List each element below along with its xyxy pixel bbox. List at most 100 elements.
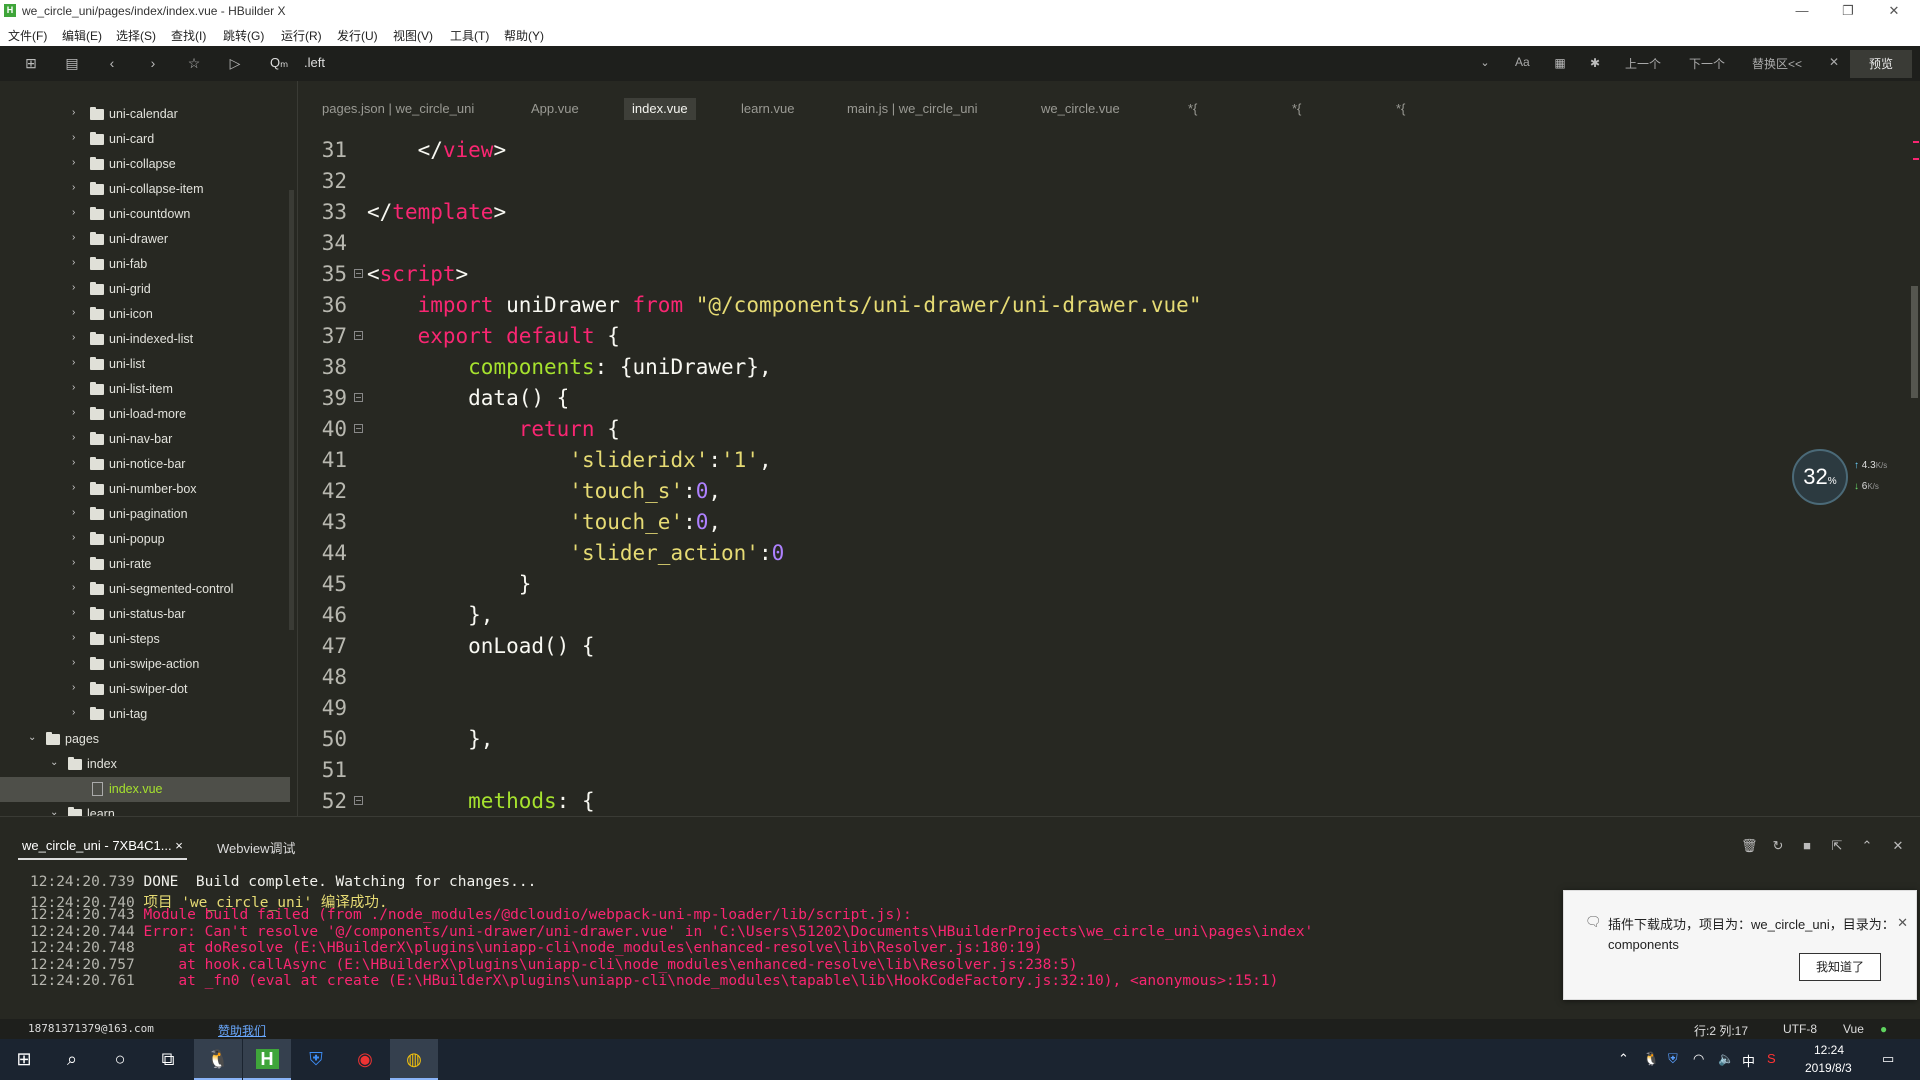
shield-browser-icon[interactable]: ⛨	[292, 1039, 340, 1080]
sponsor-link[interactable]: 赞助我们	[218, 1022, 266, 1039]
folder-tree-item[interactable]: › uni-icon	[0, 302, 290, 327]
menu-file[interactable]: 文件(F)	[8, 27, 47, 44]
code-line[interactable]: 40 return {	[299, 413, 1899, 444]
chevron-up-icon[interactable]: ⌃	[1860, 839, 1874, 853]
code-line[interactable]: 51	[299, 754, 1899, 785]
folder-tree-item[interactable]: › uni-swipe-action	[0, 652, 290, 677]
action-center-icon[interactable]: ▭	[1882, 1051, 1894, 1067]
chevron-right-icon[interactable]: ›	[72, 382, 75, 393]
network-speed-widget[interactable]: 32% ↑ 4.3K/s ↓ 6K/s	[1792, 449, 1904, 505]
console-tab-project[interactable]: we_circle_uni - 7XB4C1... ×	[18, 838, 187, 860]
chevron-right-icon[interactable]: ›	[72, 407, 75, 418]
close-window-button[interactable]: ✕	[1874, 2, 1914, 20]
chevron-up-icon[interactable]: ⌃	[1618, 1051, 1629, 1067]
folder-tree-item[interactable]: › uni-pagination	[0, 502, 290, 527]
chevron-right-icon[interactable]: ›	[72, 232, 75, 243]
menu-publish[interactable]: 发行(U)	[337, 27, 378, 44]
close-find-button[interactable]: ✕	[1829, 55, 1839, 69]
folder-tree-item[interactable]: › uni-segmented-control	[0, 577, 290, 602]
folder-tree-item[interactable]: › uni-indexed-list	[0, 327, 290, 352]
chevron-right-icon[interactable]: ›	[72, 282, 75, 293]
code-line[interactable]: 38 components: {uniDrawer},	[299, 351, 1899, 382]
menu-tools[interactable]: 工具(T)	[450, 27, 489, 44]
code-line[interactable]: 48	[299, 661, 1899, 692]
cortana-icon[interactable]: ○	[96, 1039, 144, 1080]
code-line[interactable]: 46 },	[299, 599, 1899, 630]
netease-music-icon[interactable]: ◉	[341, 1039, 389, 1080]
editor-tab[interactable]: *{	[1180, 98, 1205, 120]
chevron-right-icon[interactable]: ›	[72, 707, 75, 718]
code-line[interactable]: 37 export default {	[299, 320, 1899, 351]
regex-icon[interactable]: ✱	[1586, 54, 1604, 72]
back-icon[interactable]: ‹	[103, 54, 121, 72]
menu-select[interactable]: 选择(S)	[116, 27, 156, 44]
close-notification-button[interactable]: ✕	[1897, 915, 1908, 931]
code-line[interactable]: 50 },	[299, 723, 1899, 754]
editor-tab[interactable]: *{	[1388, 98, 1413, 120]
notification-bell-icon[interactable]: ●	[1880, 1022, 1887, 1036]
chevron-right-icon[interactable]: ›	[72, 157, 75, 168]
chevron-right-icon[interactable]: ›	[72, 632, 75, 643]
console-tab-webview[interactable]: Webview调试	[213, 838, 300, 860]
folder-tree-item[interactable]: ⌄ pages	[0, 727, 290, 752]
folder-tree-item[interactable]: › uni-drawer	[0, 227, 290, 252]
close-icon[interactable]: ✕	[1891, 839, 1905, 853]
whole-word-icon[interactable]: ▦	[1551, 54, 1569, 72]
folder-tree-item[interactable]: › uni-calendar	[0, 102, 290, 127]
chrome-icon[interactable]: ◍	[390, 1039, 438, 1080]
chevron-right-icon[interactable]: ›	[72, 357, 75, 368]
file-tree-item[interactable]: index.vue	[0, 777, 290, 802]
minimize-button[interactable]: —	[1782, 2, 1822, 20]
cursor-position[interactable]: 行:2 列:17	[1694, 1022, 1748, 1039]
close-icon[interactable]: ×	[175, 838, 183, 853]
folder-tree-item[interactable]: › uni-grid	[0, 277, 290, 302]
fold-toggle-icon[interactable]	[354, 269, 363, 278]
sogou-input-icon[interactable]: S	[1767, 1051, 1776, 1066]
popout-icon[interactable]: ⇱	[1830, 839, 1844, 853]
folder-tree-item[interactable]: › uni-list	[0, 352, 290, 377]
maximize-button[interactable]: ❐	[1828, 2, 1868, 20]
code-line[interactable]: 44 'slider_action':0	[299, 537, 1899, 568]
chevron-right-icon[interactable]: ›	[72, 532, 75, 543]
language-mode[interactable]: Vue	[1843, 1022, 1864, 1036]
editor-tab[interactable]: pages.json | we_circle_uni	[314, 98, 482, 120]
editor-scrollbar[interactable]	[1911, 286, 1918, 398]
new-file-icon[interactable]: ⊞	[22, 54, 40, 72]
find-next-button[interactable]: 下一个	[1689, 55, 1725, 72]
code-line[interactable]: 35 <script>	[299, 258, 1899, 289]
chevron-down-icon[interactable]: ⌄	[50, 757, 58, 768]
bookmark-star-icon[interactable]: ☆	[185, 54, 203, 72]
chevron-right-icon[interactable]: ›	[72, 107, 75, 118]
folder-tree-item[interactable]: › uni-collapse-item	[0, 177, 290, 202]
chevron-right-icon[interactable]: ›	[72, 432, 75, 443]
shield-tray-icon[interactable]: ⛨	[1668, 1051, 1678, 1067]
run-icon[interactable]: ▷	[226, 54, 244, 72]
refresh-icon[interactable]: ↻	[1771, 839, 1785, 853]
menu-find[interactable]: 查找(I)	[171, 27, 206, 44]
fold-toggle-icon[interactable]	[354, 331, 363, 340]
preview-button[interactable]: 预览	[1850, 50, 1912, 78]
chevron-right-icon[interactable]: ›	[72, 132, 75, 143]
task-view-icon[interactable]: ⧉	[144, 1039, 192, 1080]
folder-tree-item[interactable]: ⌄ index	[0, 752, 290, 777]
qq-tray-icon[interactable]: 🐧	[1643, 1051, 1659, 1067]
chevron-right-icon[interactable]: ›	[72, 657, 75, 668]
folder-tree-item[interactable]: › uni-nav-bar	[0, 427, 290, 452]
folder-tree-item[interactable]: › uni-list-item	[0, 377, 290, 402]
folder-tree-item[interactable]: › uni-rate	[0, 552, 290, 577]
chevron-right-icon[interactable]: ›	[72, 457, 75, 468]
code-line[interactable]: 34	[299, 227, 1899, 258]
match-case-toggle[interactable]: Aa	[1515, 55, 1530, 69]
folder-tree-item[interactable]: ⌄ learn	[0, 802, 290, 816]
chevron-right-icon[interactable]: ›	[72, 207, 75, 218]
menu-view[interactable]: 视图(V)	[393, 27, 433, 44]
acknowledge-button[interactable]: 我知道了	[1799, 953, 1881, 981]
folder-tree-item[interactable]: › uni-swiper-dot	[0, 677, 290, 702]
code-line[interactable]: 43 'touch_e':0,	[299, 506, 1899, 537]
sidebar-scrollbar[interactable]	[289, 190, 294, 630]
trash-icon[interactable]: 🗑	[1741, 839, 1758, 853]
user-account[interactable]: 18781371379@163.com	[28, 1022, 154, 1035]
code-line[interactable]: 47 onLoad() {	[299, 630, 1899, 661]
code-line[interactable]: 41 'slideridx':'1',	[299, 444, 1899, 475]
menu-run[interactable]: 运行(R)	[281, 27, 322, 44]
